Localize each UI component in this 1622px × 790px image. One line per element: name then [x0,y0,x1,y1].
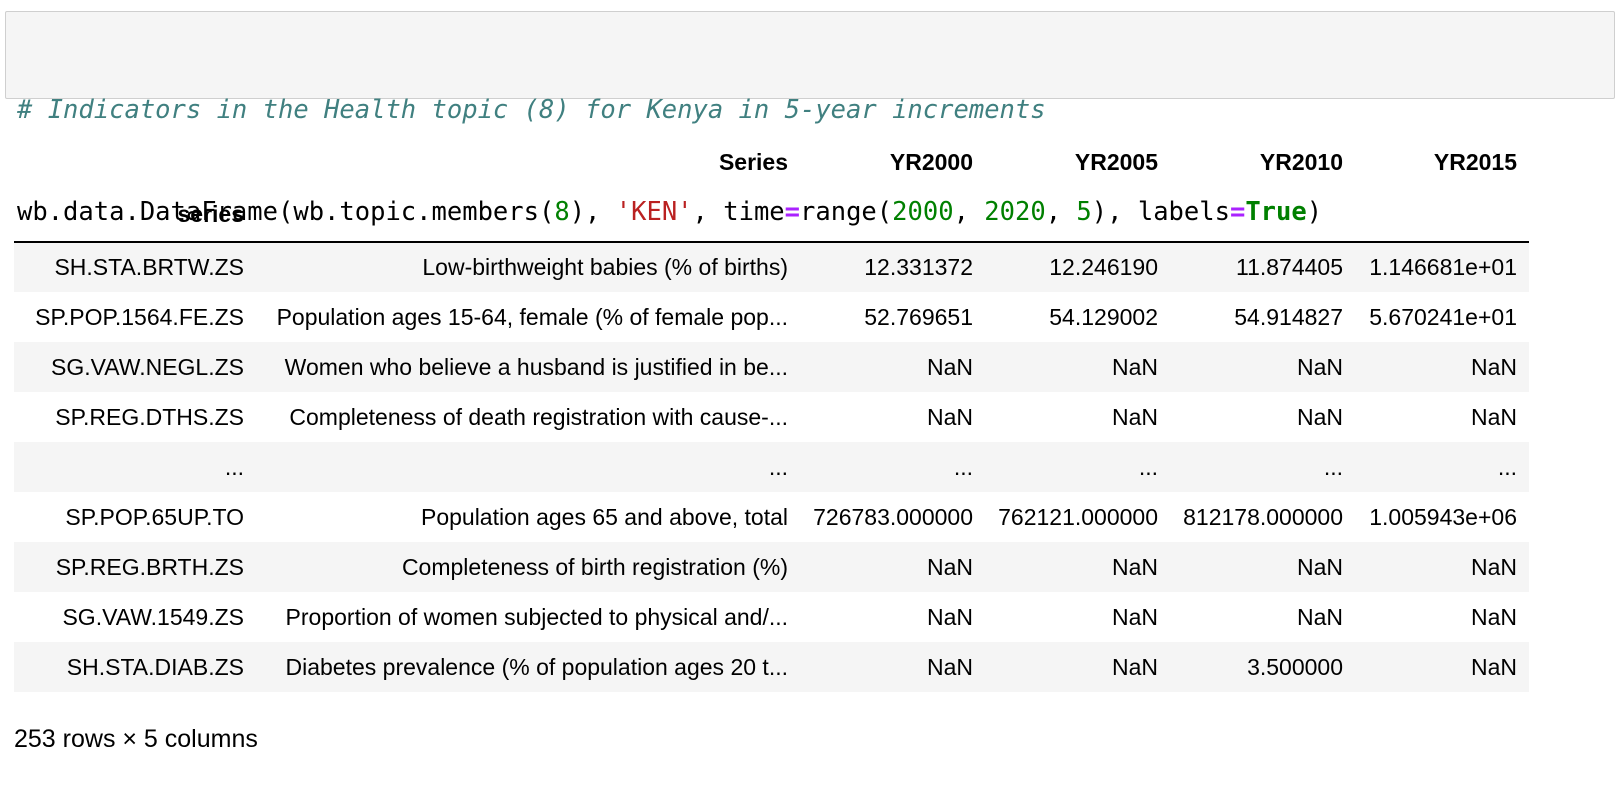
cell-value: 12.246190 [1049,254,1158,280]
cell-value: NaN [1470,653,1517,680]
table-row: SP.POP.1564.FE.ZS Population ages 15-64,… [14,292,1529,342]
column-header-blank [14,137,256,187]
table-row: SH.STA.BRTW.ZS Low-birthweight babies (%… [14,242,1529,292]
table-row: SG.VAW.1549.ZS Proportion of women subje… [14,592,1529,642]
cell-value: NaN [1111,603,1158,630]
index-header-row: series [14,187,1529,242]
cell-series-name: Women who believe a husband is justified… [284,353,788,380]
cell-value: NaN [1111,403,1158,430]
cell-value: 11.874405 [1235,254,1343,280]
row-index: SP.POP.65UP.TO [65,503,244,530]
cell-series-name: Diabetes prevalence (% of population age… [285,653,789,680]
cell-value: NaN [926,553,973,580]
cell-series-name: Population ages 65 and above, total [420,503,788,530]
cell-value: ... [1138,453,1158,480]
cell-series-name: Completeness of death registration with … [289,403,788,430]
row-index: SP.POP.1564.FE.ZS [35,303,244,330]
cell-value: NaN [1470,403,1517,430]
cell-value: 726783.000000 [813,503,973,530]
cell-series-name: Proportion of women subjected to physica… [285,603,788,630]
table-row: SG.VAW.NEGL.ZS Women who believe a husba… [14,342,1529,392]
index-header-spacer [800,187,985,242]
row-index: SP.REG.DTHS.ZS [55,403,244,430]
column-header-series: Series [718,148,788,175]
row-index: SG.VAW.1549.ZS [62,603,244,630]
cell-series-name: Low-birthweight babies (% of births) [422,254,788,280]
table-row-ellipsis: ... ... ... ... ... ... [14,442,1529,492]
cell-value: NaN [1296,353,1343,380]
cell-value: NaN [1470,603,1517,630]
cell-value: ... [953,453,973,480]
cell-value: 762121.000000 [998,503,1158,530]
cell-value: NaN [1111,653,1158,680]
table-row: SP.REG.BRTH.ZS Completeness of birth reg… [14,542,1529,592]
cell-value: NaN [926,353,973,380]
column-header-yr2015: YR2015 [1433,148,1517,175]
code-cell-input[interactable]: # Indicators in the Health topic (8) for… [5,11,1615,227]
index-header-spacer [985,187,1170,242]
index-header-spacer [1355,187,1529,242]
column-header-yr2005: YR2005 [1074,148,1158,175]
cell-value: 52.769651 [864,303,973,330]
cell-value: 812178.000000 [1183,503,1343,530]
column-header-yr2000: YR2000 [889,148,973,175]
cell-value: NaN [1470,353,1517,380]
cell-value: 3.500000 [1247,653,1343,680]
row-index: SP.REG.BRTH.ZS [55,553,244,580]
index-header-spacer [1170,187,1355,242]
cell-value: ... [1497,453,1517,480]
cell-series-name: Completeness of birth registration (%) [401,553,788,580]
column-header-yr2010: YR2010 [1259,148,1343,175]
cell-value: NaN [926,403,973,430]
row-index: SH.STA.BRTW.ZS [54,254,244,280]
dataframe-table: Series YR2000 YR2005 YR2010 YR2015 serie… [14,137,1529,692]
cell-value: ... [1323,453,1343,480]
cell-value: NaN [1296,603,1343,630]
table-row: SP.REG.DTHS.ZS Completeness of death reg… [14,392,1529,442]
cell-value: NaN [926,653,973,680]
table-row: SP.POP.65UP.TO Population ages 65 and ab… [14,492,1529,542]
cell-value: NaN [1296,403,1343,430]
row-index: SH.STA.DIAB.ZS [66,653,244,680]
row-index: ... [224,453,244,480]
cell-value: 5.670241e+01 [1369,303,1517,330]
cell-value: NaN [1111,553,1158,580]
row-index: SG.VAW.NEGL.ZS [51,353,244,380]
cell-series-name: ... [768,453,788,480]
cell-output: Series YR2000 YR2005 YR2010 YR2015 serie… [14,137,1529,692]
cell-value: NaN [1470,553,1517,580]
cell-series-name: Population ages 15-64, female (% of fema… [276,303,788,330]
cell-value: NaN [1296,553,1343,580]
cell-value: 1.005943e+06 [1369,503,1517,530]
cell-value: NaN [1111,353,1158,380]
dataframe-dimensions: 253 rows × 5 columns [14,725,258,753]
cell-value: 54.914827 [1234,303,1343,330]
code-comment: # Indicators in the Health topic (8) for… [17,95,1046,125]
cell-value: NaN [926,603,973,630]
cell-value: 1.146681e+01 [1369,254,1517,280]
index-header-spacer [256,187,800,242]
column-header-row: Series YR2000 YR2005 YR2010 YR2015 [14,137,1529,187]
cell-value: 54.129002 [1049,303,1158,330]
index-name: series [177,200,244,227]
cell-value: 12.331372 [864,254,973,280]
table-row: SH.STA.DIAB.ZS Diabetes prevalence (% of… [14,642,1529,692]
